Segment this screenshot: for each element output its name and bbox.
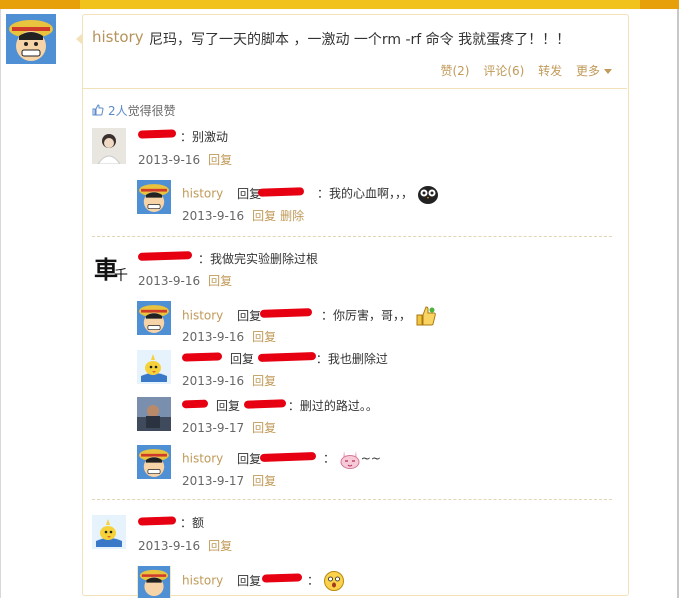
svg-text:千: 千	[114, 268, 128, 284]
comment-date: 2013-9-16	[138, 153, 201, 167]
thumbs-up-emoji-icon	[416, 306, 436, 326]
thumbs-up-icon	[92, 104, 104, 116]
divider	[92, 499, 612, 500]
reply-meta: 2013-9-16 回复 删除	[182, 207, 304, 224]
delete-link[interactable]: 删除	[280, 209, 304, 223]
person-avatar-icon	[92, 128, 126, 164]
reply-word: 回复	[216, 399, 241, 413]
post-author-avatar[interactable]	[6, 14, 56, 64]
reply-author-link[interactable]: history	[182, 452, 223, 466]
owl-emoji-icon	[417, 186, 438, 204]
reply-text: ：我也删除过	[315, 352, 388, 366]
luffy-avatar-icon	[138, 566, 170, 598]
reply-date: 2013-9-16	[182, 209, 245, 223]
luffy-avatar-icon	[6, 14, 56, 64]
divider	[82, 88, 627, 89]
likes-count[interactable]: 2人	[108, 104, 128, 118]
reply-author-link[interactable]: history	[182, 574, 223, 588]
reply-link[interactable]: 回复	[252, 421, 276, 435]
comment-button[interactable]: 评论(6)	[483, 64, 524, 78]
forward-button[interactable]: 转发	[538, 64, 562, 78]
likes-suffix: 觉得很赞	[127, 104, 176, 118]
reply-author-avatar[interactable]	[137, 180, 171, 214]
commenter-avatar[interactable]: 車 千	[92, 248, 128, 288]
commenter-avatar[interactable]	[92, 515, 126, 549]
comment-text: ：别激动	[180, 130, 229, 144]
comment-date: 2013-9-16	[138, 539, 201, 553]
redacted-name	[181, 399, 209, 409]
redacted-name	[181, 352, 223, 362]
commenter-avatar[interactable]	[92, 128, 126, 164]
surprised-emoji-icon	[323, 571, 344, 591]
reply-text: ：我的心血啊，，，	[316, 186, 413, 201]
reply-word: 回复	[230, 352, 255, 366]
post-text: 尼玛，写了一天的脚本 ，一激动 一个rm -rf 命令 我就蛋疼了！！！	[149, 32, 571, 48]
chevron-down-icon	[604, 69, 612, 74]
comment-text: ：我做完实验删除过根	[198, 252, 319, 266]
luffy-avatar-icon	[137, 180, 171, 214]
reply-meta: 2013-9-16 回复	[182, 372, 276, 389]
likes-summary: 2人觉得很赞	[92, 102, 176, 119]
reply-separator: ：	[322, 451, 335, 466]
reply-link[interactable]: 回复	[208, 274, 232, 288]
chinese-character-avatar-icon: 車 千	[92, 248, 128, 288]
comment-meta: 2013-9-16 回复	[138, 272, 232, 289]
reply-word: 回复	[237, 308, 262, 323]
reply-meta: 2013-9-16 回复	[182, 328, 276, 345]
bird-avatar-icon	[137, 350, 171, 384]
reply-word: 回复	[237, 573, 262, 588]
reply-link[interactable]: 回复	[252, 374, 276, 388]
reply-meta: 2013-9-17 回复	[182, 472, 276, 489]
redacted-name	[243, 399, 287, 409]
reply-link[interactable]: 回复	[208, 539, 232, 553]
bunny-emoji-icon	[340, 451, 360, 469]
reply-author-link[interactable]: history	[182, 187, 223, 201]
redacted-name	[261, 573, 303, 583]
post-author-link[interactable]: history	[92, 28, 144, 46]
comment-text: ：额	[180, 516, 205, 530]
reply-line: history 回复 ：我的心血啊，，，	[182, 184, 439, 204]
reply-author-avatar[interactable]	[137, 301, 171, 335]
luffy-avatar-icon	[137, 301, 171, 335]
frame-edge	[0, 9, 1, 598]
reply-link[interactable]: 回复	[252, 209, 276, 223]
bird-avatar-icon	[92, 515, 126, 549]
reply-author-avatar[interactable]	[137, 566, 171, 598]
top-bar	[0, 0, 679, 9]
comment-meta: 2013-9-16 回复	[138, 537, 232, 554]
post-actions: 赞(2) 评论(6) 转发 更多	[430, 62, 612, 79]
redacted-name	[257, 187, 305, 197]
reply-meta: 2013-9-17 回复	[182, 419, 276, 436]
divider	[92, 236, 612, 237]
redacted-name	[137, 129, 177, 139]
comment-meta: 2013-9-16 回复	[138, 151, 232, 168]
reply-date: 2013-9-17	[182, 421, 245, 435]
reply-link[interactable]: 回复	[252, 474, 276, 488]
reply-author-avatar[interactable]	[137, 350, 171, 384]
more-label: 更多	[575, 64, 600, 78]
photo-avatar-icon	[137, 397, 171, 431]
redacted-name	[137, 516, 177, 526]
reply-text: ：	[306, 573, 319, 588]
reply-author-avatar[interactable]	[137, 397, 171, 431]
more-button[interactable]: 更多	[576, 64, 612, 78]
reply-word: 回复	[237, 451, 262, 466]
reply-link[interactable]: 回复	[252, 330, 276, 344]
reply-text: ：你厉害，哥，，	[320, 308, 411, 323]
reply-author-link[interactable]: history	[182, 309, 223, 323]
reply-text: ~~	[360, 451, 381, 466]
reply-author-avatar[interactable]	[137, 445, 171, 479]
luffy-avatar-icon	[137, 445, 171, 479]
reply-line: 回复 ：删过的路过。。	[216, 397, 378, 414]
reply-date: 2013-9-16	[182, 330, 245, 344]
reply-date: 2013-9-17	[182, 474, 245, 488]
reply-date: 2013-9-16	[182, 374, 245, 388]
like-button[interactable]: 赞(2)	[440, 64, 469, 78]
comment-date: 2013-9-16	[138, 274, 201, 288]
reply-link[interactable]: 回复	[208, 153, 232, 167]
reply-text: ：删过的路过。。	[287, 399, 378, 413]
